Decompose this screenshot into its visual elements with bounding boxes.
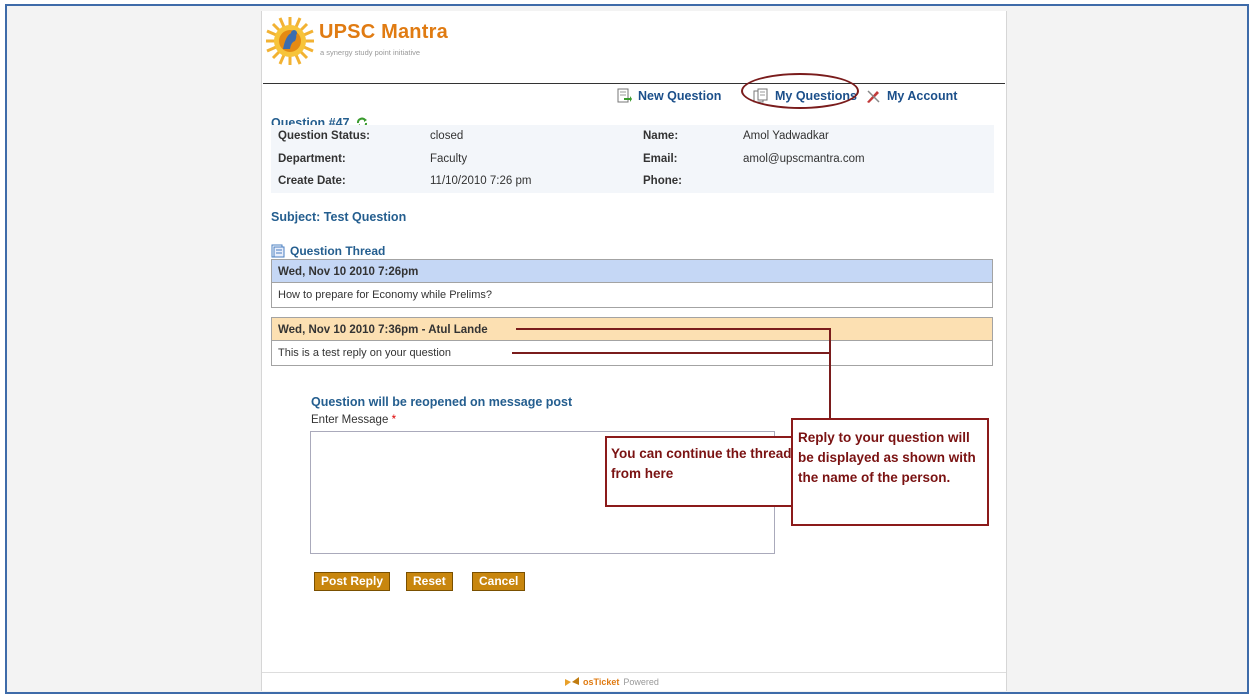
annotation-pointer-lines (512, 328, 831, 418)
